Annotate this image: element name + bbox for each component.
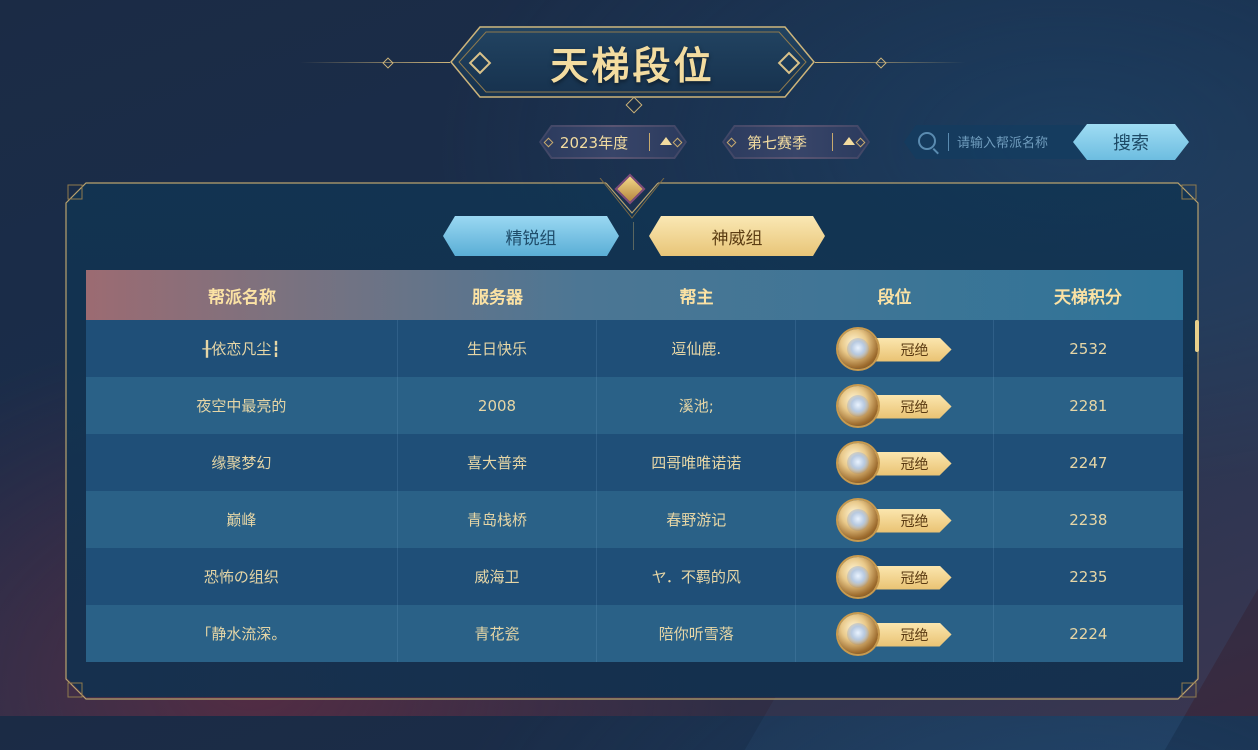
leader-cell: 逗仙鹿. — [597, 320, 797, 377]
rank-label: 冠绝 — [874, 566, 952, 590]
rank-label: 冠绝 — [874, 509, 952, 533]
header-server: 服务器 — [472, 287, 523, 308]
table-row[interactable]: 缘聚梦幻 喜大普奔 四哥唯唯诺诺 冠绝 2247 — [86, 434, 1183, 491]
rank-cell: 冠绝 — [796, 320, 994, 377]
score-cell: 2532 — [1069, 339, 1108, 358]
score-cell: 2224 — [1069, 624, 1108, 643]
table-header: 帮派名称 服务器 帮主 段位 天梯积分 — [86, 270, 1183, 320]
tab-divine-group[interactable]: 神威组 — [649, 216, 825, 256]
header-leader: 帮主 — [679, 287, 714, 308]
server-cell: 生日快乐 — [398, 320, 598, 377]
server-cell: 威海卫 — [398, 548, 598, 605]
score-cell: 2247 — [1069, 453, 1108, 472]
season-select[interactable]: 第七赛季 — [722, 125, 870, 159]
leader-cell: 四哥唯唯诺诺 — [597, 434, 797, 491]
rank-label: 冠绝 — [874, 623, 952, 647]
rank-indicator: 冠绝 — [837, 442, 952, 483]
rank-badge-icon — [837, 613, 878, 654]
tab-divider — [633, 222, 634, 250]
guild-name-cell: 缘聚梦幻 — [86, 434, 398, 491]
score-cell: 2238 — [1069, 510, 1108, 529]
score-cell: 2281 — [1069, 396, 1108, 415]
table-row[interactable]: 「静水流深。 青花瓷 陪你听雪落 冠绝 2224 — [86, 605, 1183, 662]
rank-indicator: 冠绝 — [837, 499, 952, 540]
season-select-divider — [832, 133, 833, 151]
leader-cell: ヤ．不羁的风 — [597, 548, 797, 605]
title-dot-right — [875, 57, 887, 69]
table-scrollbar[interactable] — [1195, 320, 1199, 352]
rank-indicator: 冠绝 — [837, 556, 952, 597]
tab-elite-group[interactable]: 精锐组 — [443, 216, 619, 256]
search-button[interactable]: 搜索 — [1073, 124, 1189, 160]
table-row[interactable]: 夜空中最亮的 2008 溪池; 冠绝 2281 — [86, 377, 1183, 434]
title-banner: 天梯段位 — [300, 24, 965, 114]
server-cell: 喜大普奔 — [398, 434, 598, 491]
leader-cell: 春野游记 — [597, 491, 797, 548]
table-row[interactable]: 巅峰 青岛栈桥 春野游记 冠绝 2238 — [86, 491, 1183, 548]
server-cell: 2008 — [398, 377, 598, 434]
table-row[interactable]: ╂依恋凡尘┇ 生日快乐 逗仙鹿. 冠绝 2532 — [86, 320, 1183, 377]
ranking-table: 帮派名称 服务器 帮主 段位 天梯积分 ╂依恋凡尘┇ 生日快乐 逗仙鹿. 冠绝 … — [86, 270, 1183, 662]
year-select[interactable]: 2023年度 — [539, 125, 687, 159]
rank-cell: 冠绝 — [796, 605, 994, 662]
guild-name-cell: 夜空中最亮的 — [86, 377, 398, 434]
server-cell: 青花瓷 — [398, 605, 598, 662]
rank-cell: 冠绝 — [796, 548, 994, 605]
rank-label: 冠绝 — [874, 395, 952, 419]
leader-cell: 溪池; — [597, 377, 797, 434]
header-guild-name: 帮派名称 — [208, 287, 276, 308]
year-select-divider — [649, 133, 650, 151]
search-input[interactable] — [955, 131, 1079, 155]
search-divider — [948, 133, 949, 151]
rank-badge-icon — [837, 328, 878, 369]
title-line-left — [300, 62, 450, 63]
server-cell: 青岛栈桥 — [398, 491, 598, 548]
rank-indicator: 冠绝 — [837, 328, 952, 369]
caret-up-icon — [843, 137, 855, 145]
rank-indicator: 冠绝 — [837, 613, 952, 654]
rank-badge-icon — [837, 385, 878, 426]
title-line-right — [815, 62, 965, 63]
rank-label: 冠绝 — [874, 338, 952, 362]
header-rank: 段位 — [877, 287, 912, 308]
caret-up-icon — [660, 137, 672, 145]
title-pin — [625, 96, 643, 114]
rank-badge-icon — [837, 499, 878, 540]
rank-badge-icon — [837, 556, 878, 597]
table-row[interactable]: 恐怖の组织 威海卫 ヤ．不羁的风 冠绝 2235 — [86, 548, 1183, 605]
leader-cell: 陪你听雪落 — [597, 605, 797, 662]
title-dot-left — [382, 57, 394, 69]
rank-badge-icon — [837, 442, 878, 483]
header-score: 天梯积分 — [1054, 287, 1122, 308]
rank-label: 冠绝 — [874, 452, 952, 476]
page-title: 天梯段位 — [550, 42, 715, 88]
guild-name-cell: ╂依恋凡尘┇ — [86, 320, 398, 377]
score-cell: 2235 — [1069, 567, 1108, 586]
year-select-value: 2023年度 — [559, 134, 629, 152]
rank-indicator: 冠绝 — [837, 385, 952, 426]
guild-name-cell: 恐怖の组织 — [86, 548, 398, 605]
rank-cell: 冠绝 — [796, 434, 994, 491]
search-icon — [918, 132, 936, 150]
rank-cell: 冠绝 — [796, 377, 994, 434]
guild-name-cell: 「静水流深。 — [86, 605, 398, 662]
rank-cell: 冠绝 — [796, 491, 994, 548]
guild-name-cell: 巅峰 — [86, 491, 398, 548]
season-select-value: 第七赛季 — [746, 134, 807, 152]
